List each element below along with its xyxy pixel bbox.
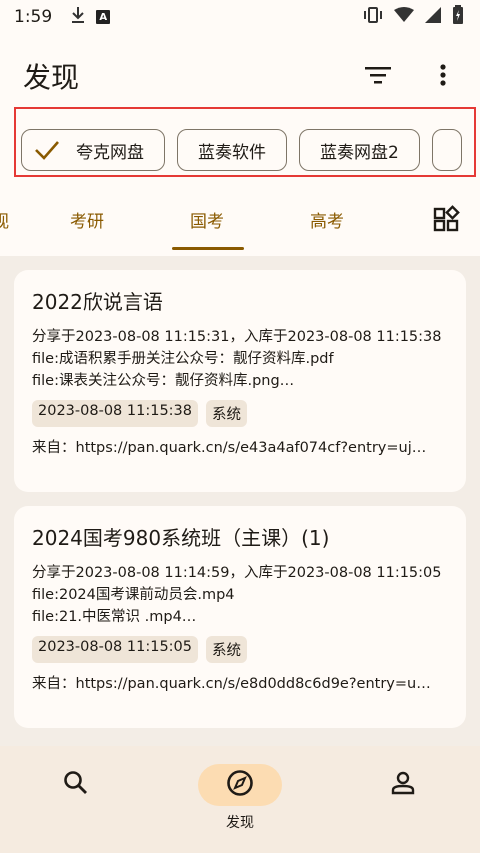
tab-indicator bbox=[172, 247, 244, 250]
card-title: 2022欣说言语 bbox=[32, 290, 163, 314]
card-share-info: 分享于2023-08-08 11:14:59，入库于2023-08-08 11:… bbox=[32, 565, 442, 581]
tab-kaoyan[interactable]: 考研 bbox=[70, 207, 104, 232]
status-time: 1:59 bbox=[14, 7, 53, 27]
nav-discover-label: 发现 bbox=[226, 815, 254, 831]
card-file: file:2024国考课前动员会.mp4 bbox=[32, 587, 235, 603]
chip-label: 蓝奏网盘2 bbox=[320, 142, 399, 163]
chip-label: 蓝奏软件 bbox=[198, 142, 266, 163]
resource-card[interactable]: 2024国考980系统班（主课）(1) 分享于2023-08-08 11:14:… bbox=[14, 506, 466, 728]
tab-partial[interactable]: 视 bbox=[0, 207, 9, 232]
resource-card[interactable]: 2022欣说言语 分享于2023-08-08 11:15:31，入库于2023-… bbox=[14, 270, 466, 492]
card-title: 2024国考980系统班（主课）(1) bbox=[32, 526, 330, 550]
card-share-info: 分享于2023-08-08 11:15:31，入库于2023-08-08 11:… bbox=[32, 329, 442, 345]
filter-icon bbox=[365, 65, 391, 89]
tab-guokao[interactable]: 国考 bbox=[190, 207, 224, 232]
search-icon bbox=[63, 770, 89, 800]
check-icon bbox=[34, 140, 60, 160]
compass-icon bbox=[226, 769, 254, 801]
chip-lanzou-software[interactable]: 蓝奏软件 bbox=[177, 129, 287, 171]
tab-gaokao[interactable]: 高考 bbox=[310, 207, 344, 232]
nav-search[interactable] bbox=[34, 764, 118, 844]
source-tag: 系统 bbox=[206, 636, 247, 663]
all-categories-button[interactable] bbox=[433, 205, 463, 235]
more-options-button[interactable] bbox=[425, 59, 461, 95]
wifi-icon bbox=[394, 7, 414, 27]
nav-profile[interactable] bbox=[361, 764, 445, 844]
app-bar: 发现 bbox=[0, 34, 480, 116]
app-notification-icon: A bbox=[96, 10, 111, 24]
card-source-link[interactable]: 来自：https://pan.quark.cn/s/e8d0dd8c6d9e?e… bbox=[32, 673, 448, 695]
download-icon bbox=[70, 6, 86, 28]
card-file: file:课表关注公众号：靓仔资料库.png… bbox=[32, 373, 295, 389]
date-tag: 2023-08-08 11:15:38 bbox=[32, 400, 198, 427]
signal-icon bbox=[424, 7, 442, 27]
status-bar: 1:59 A bbox=[0, 0, 480, 34]
category-tabs: 视 考研 国考 高考 bbox=[0, 193, 480, 253]
page-title: 发现 bbox=[23, 61, 80, 94]
source-tag: 系统 bbox=[206, 400, 247, 427]
chip-lanzou-disk2[interactable]: 蓝奏网盘2 bbox=[299, 129, 420, 171]
chip-partial[interactable] bbox=[431, 129, 462, 171]
date-tag: 2023-08-08 11:15:05 bbox=[32, 636, 198, 663]
person-icon bbox=[390, 770, 416, 800]
filter-button[interactable] bbox=[360, 59, 396, 95]
card-source-link[interactable]: 来自：https://pan.quark.cn/s/e43a4af074cf?e… bbox=[32, 437, 448, 459]
nav-discover[interactable]: 发现 bbox=[198, 764, 282, 844]
resource-list: 2022欣说言语 分享于2023-08-08 11:15:31，入库于2023-… bbox=[0, 256, 480, 746]
source-chips-row: 夸克网盘 蓝奏软件 蓝奏网盘2 bbox=[14, 107, 476, 177]
chip-label: 夸克网盘 bbox=[76, 142, 144, 163]
vibrate-icon bbox=[362, 6, 384, 28]
card-file: file:21.中医常识 .mp4… bbox=[32, 609, 197, 625]
bottom-navigation: 发现 bbox=[0, 746, 480, 853]
battery-icon bbox=[452, 5, 464, 29]
category-grid-icon bbox=[433, 205, 461, 237]
more-vert-icon bbox=[440, 64, 446, 90]
chip-quark[interactable]: 夸克网盘 bbox=[21, 129, 165, 171]
card-file: file:成语积累手册关注公众号：靓仔资料库.pdf bbox=[32, 351, 334, 367]
